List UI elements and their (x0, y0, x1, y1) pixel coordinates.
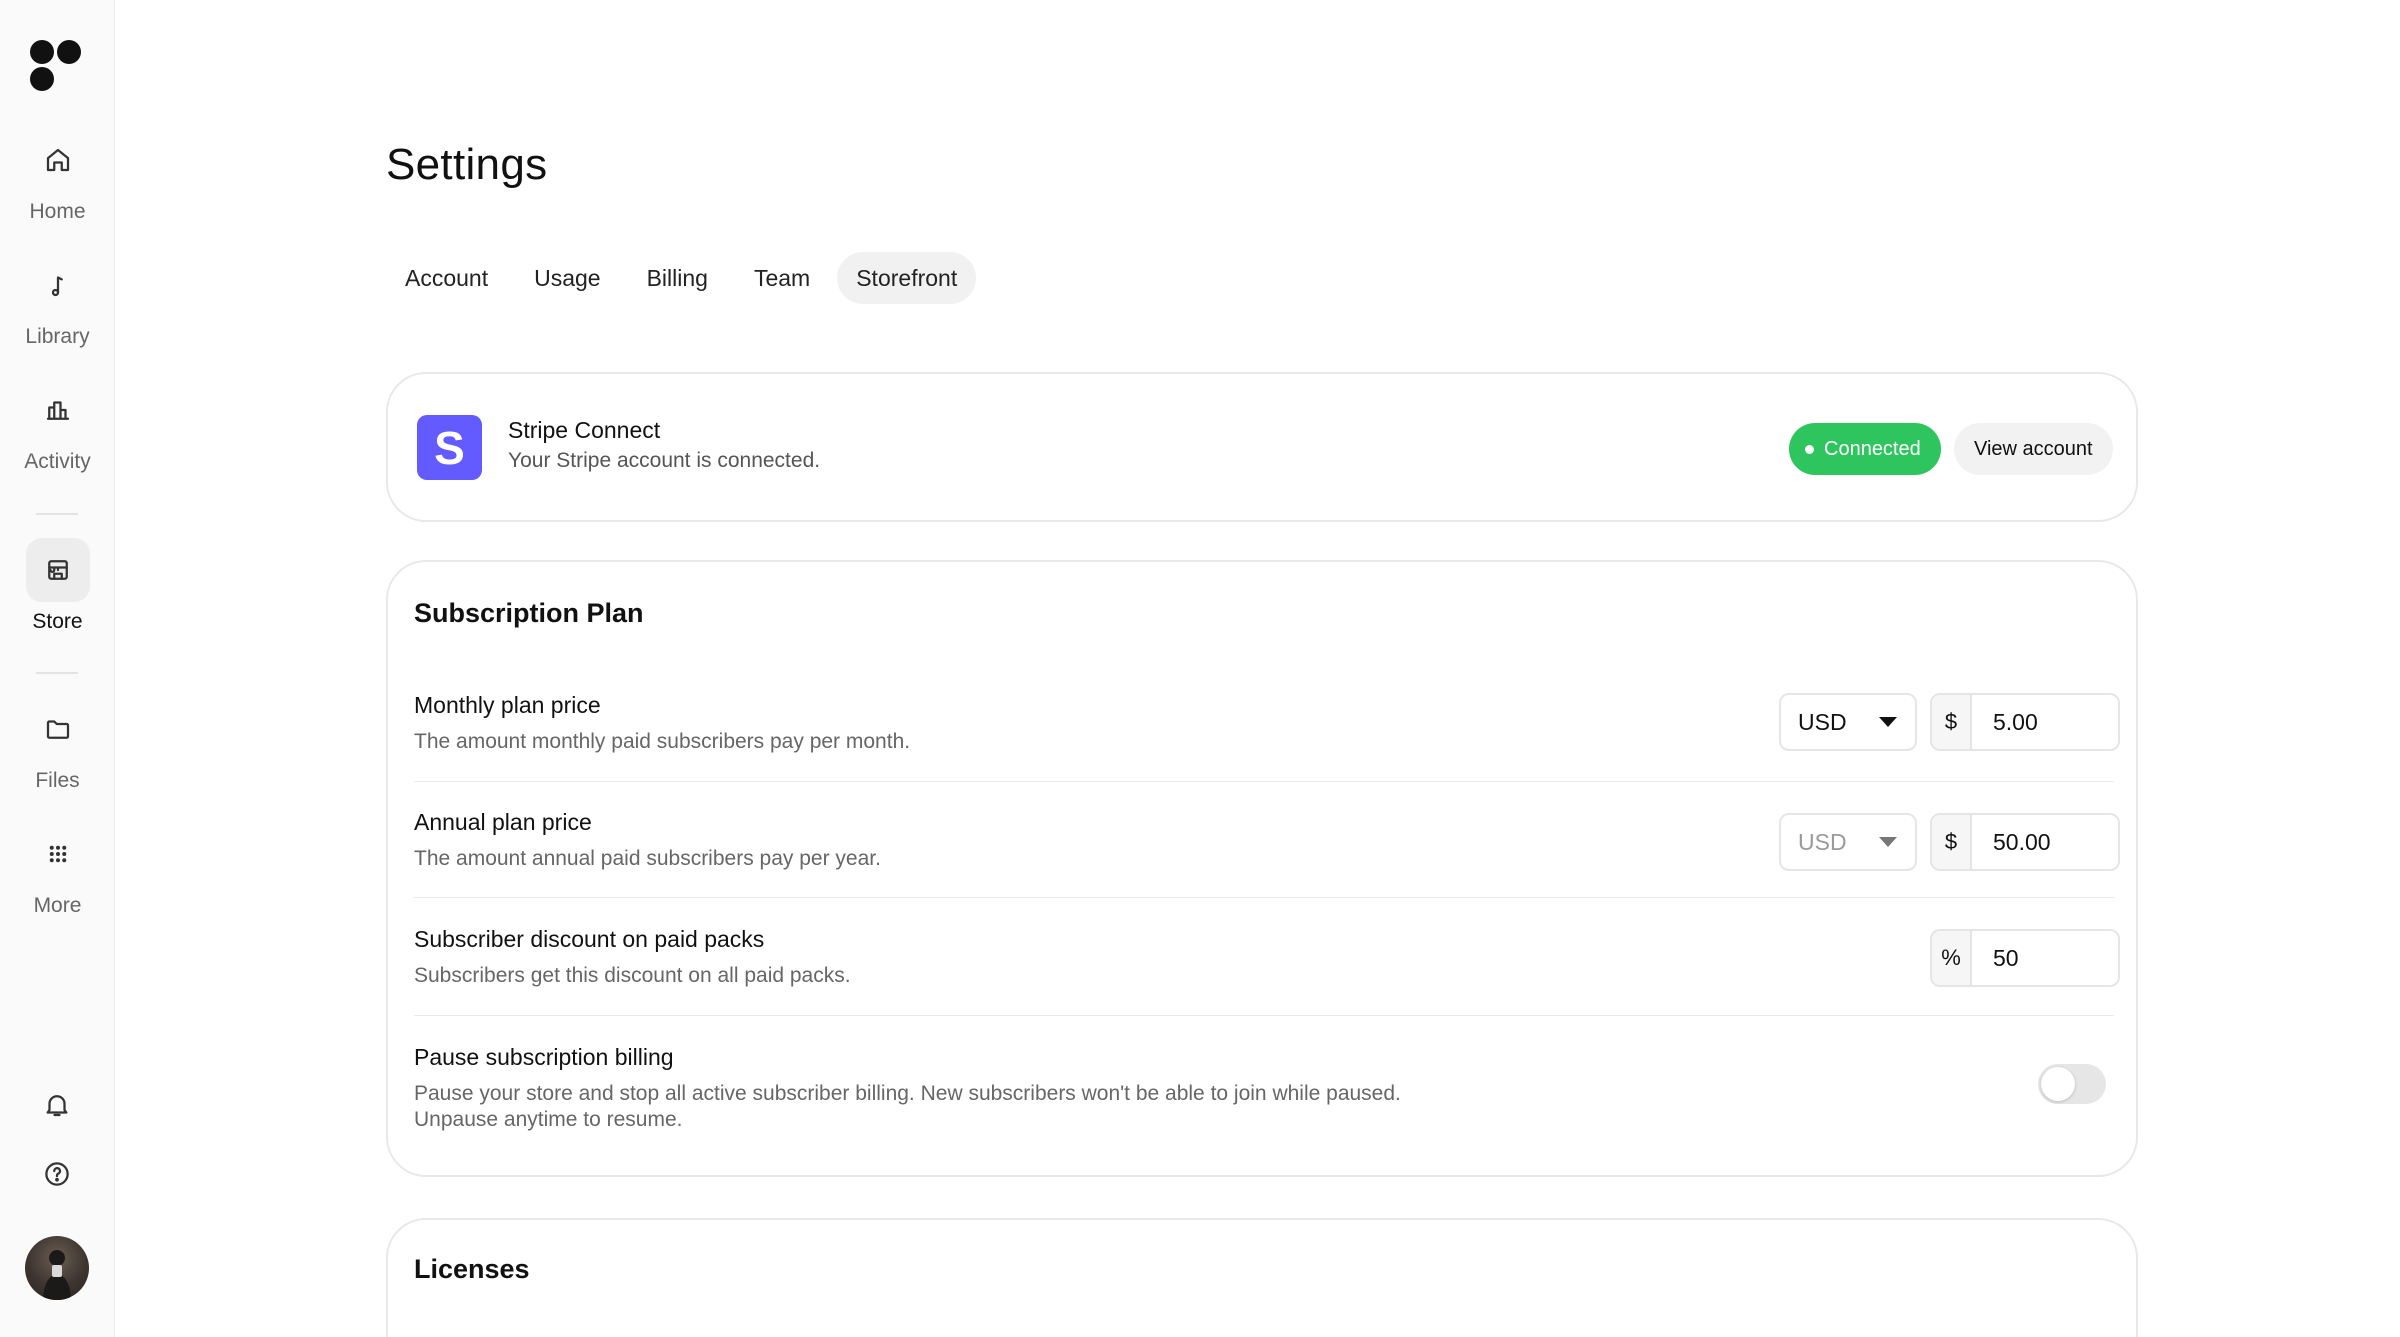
caret-down-icon (1879, 837, 1897, 847)
currency-symbol: $ (1932, 695, 1972, 749)
status-dot-icon (1805, 444, 1814, 454)
stripe-subtitle: Your Stripe account is connected. (508, 449, 821, 472)
user-avatar-image (43, 1250, 71, 1300)
sidebar-item-store[interactable]: Store (0, 538, 115, 634)
tab-usage[interactable]: Usage (515, 252, 619, 304)
view-account-button[interactable]: View account (1954, 423, 2113, 475)
licenses-title: Licenses (414, 1254, 530, 1284)
row-divider (414, 1015, 2114, 1016)
pause-billing-title: Pause subscription billing (414, 1044, 674, 1070)
sidebar-item-more[interactable]: More (0, 822, 115, 918)
monthly-currency-value: USD (1798, 708, 1847, 735)
sidebar-divider (36, 672, 78, 674)
monthly-price-input[interactable]: $ 5.00 (1930, 693, 2120, 751)
bell-icon (46, 1095, 68, 1117)
sidebar-item-label: Files (35, 769, 80, 792)
stripe-connect-card: S Stripe Connect Your Stripe account is … (386, 372, 2138, 522)
subscription-plan-title: Subscription Plan (414, 598, 644, 628)
pause-billing-toggle[interactable] (2038, 1064, 2106, 1104)
row-divider (414, 897, 2114, 898)
status-badge-label: Connected (1824, 437, 1921, 460)
discount-input[interactable]: % 50 (1930, 929, 2120, 987)
tab-account[interactable]: Account (386, 252, 507, 304)
discount-title: Subscriber discount on paid packs (414, 926, 765, 952)
help-circle-icon (45, 1162, 69, 1186)
row-divider (414, 781, 2114, 782)
sidebar-item-label: More (33, 894, 82, 917)
currency-symbol: $ (1932, 815, 1972, 869)
tab-billing[interactable]: Billing (628, 252, 727, 304)
discount-desc: Subscribers get this discount on all pai… (414, 964, 851, 987)
subscription-plan-card: Subscription Plan Monthly plan price The… (386, 560, 2138, 1177)
folder-icon (26, 697, 90, 761)
sidebar-divider (36, 513, 78, 515)
annual-currency-value: USD (1798, 828, 1847, 855)
sidebar-item-label: Library (25, 325, 90, 348)
discount-value[interactable]: 50 (1972, 931, 2118, 985)
monthly-currency-select[interactable]: USD (1779, 693, 1917, 751)
sidebar-item-activity[interactable]: Activity (0, 378, 115, 474)
sidebar: Home Library Activity Store Files More (0, 0, 115, 1337)
caret-down-icon (1879, 717, 1897, 727)
pause-billing-desc-line: Pause your store and stop all active sub… (414, 1082, 1401, 1105)
percent-symbol: % (1932, 931, 1972, 985)
licenses-card: Licenses (386, 1218, 2138, 1337)
bar-chart-icon (26, 378, 90, 442)
pause-billing-desc-line: Unpause anytime to resume. (414, 1108, 683, 1131)
home-icon (26, 128, 90, 192)
discount-row: Subscriber discount on paid packs Subscr… (414, 926, 2114, 989)
notifications-button[interactable] (25, 1073, 89, 1137)
help-button[interactable] (25, 1142, 89, 1206)
monthly-price-value[interactable]: 5.00 (1972, 695, 2118, 749)
status-badge: Connected (1789, 423, 1941, 475)
pause-billing-desc: Pause your store and stop all active sub… (414, 1081, 2114, 1133)
app-logo[interactable] (30, 37, 84, 91)
tab-team[interactable]: Team (735, 252, 829, 304)
avatar[interactable] (25, 1236, 89, 1300)
sidebar-item-files[interactable]: Files (0, 697, 115, 793)
sidebar-item-label: Store (32, 610, 83, 633)
sidebar-item-home[interactable]: Home (0, 128, 115, 224)
annual-price-value[interactable]: 50.00 (1972, 815, 2118, 869)
tab-storefront[interactable]: Storefront (837, 252, 977, 304)
annual-price-input[interactable]: $ 50.00 (1930, 813, 2120, 871)
sidebar-item-label: Activity (24, 450, 91, 473)
music-note-icon (26, 253, 90, 317)
toggle-knob (2041, 1067, 2075, 1101)
settings-tabs: Account Usage Billing Team Storefront (386, 252, 977, 304)
sidebar-item-label: Home (29, 200, 86, 223)
grid-dots-icon (26, 822, 90, 886)
stripe-logo: S (417, 415, 482, 480)
pause-billing-row: Pause subscription billing Pause your st… (414, 1044, 2114, 1133)
stripe-title: Stripe Connect (508, 417, 661, 443)
page-title: Settings (386, 140, 548, 189)
sidebar-item-library[interactable]: Library (0, 253, 115, 349)
store-icon (25, 538, 90, 602)
annual-currency-select[interactable]: USD (1779, 813, 1917, 871)
